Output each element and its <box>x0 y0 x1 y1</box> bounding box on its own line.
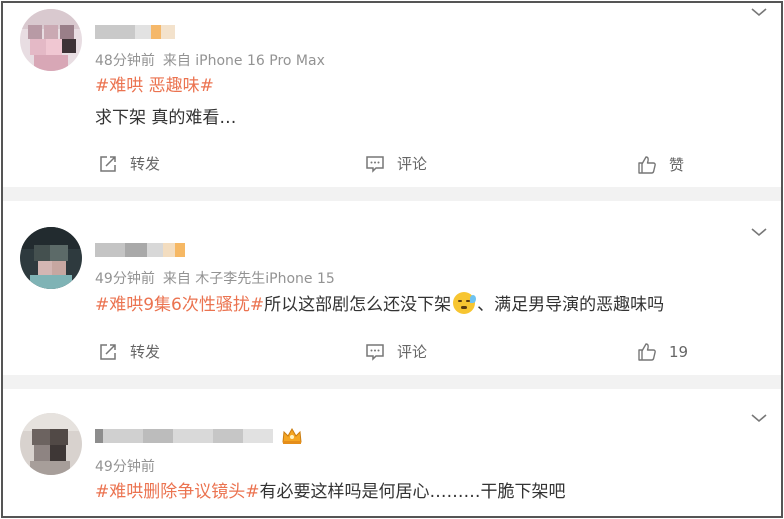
repost-button[interactable]: 转发 <box>98 341 160 362</box>
feed-post: 49分钟前 #难哄删除争议镜头#有必要这样吗是何居心………干脆下架吧 <box>3 389 781 516</box>
crown-badge-icon <box>282 427 302 444</box>
chevron-down-icon[interactable] <box>751 413 767 423</box>
repost-label: 转发 <box>130 155 161 173</box>
topic-link[interactable]: #难哄 恶趣味# <box>95 76 214 96</box>
topic-link[interactable]: #难哄删除争议镜头# <box>95 482 260 502</box>
username-blurred[interactable] <box>95 25 175 39</box>
feed-post: 48分钟前 来自 iPhone 16 Pro Max #难哄 恶趣味# 求下架 真… <box>3 3 781 187</box>
post-meta: 48分钟前 来自 iPhone 16 Pro Max <box>95 50 325 70</box>
post-body: #难哄删除争议镜头#有必要这样吗是何居心………干脆下架吧 <box>95 480 566 504</box>
post-time[interactable]: 49分钟前 <box>95 271 155 287</box>
post-body: 求下架 真的难看… <box>95 108 237 128</box>
post-meta: 49分钟前 来自 木子李先生iPhone 15 <box>95 268 335 288</box>
post-topic[interactable]: #难哄 恶趣味# <box>95 74 214 98</box>
comment-button[interactable]: 评论 <box>365 341 427 362</box>
thumbs-up-icon <box>638 155 656 174</box>
comment-icon <box>366 155 384 173</box>
feed-separator <box>3 375 781 389</box>
avatar[interactable] <box>20 9 82 71</box>
comment-label: 评论 <box>397 343 428 361</box>
comment-label: 评论 <box>397 155 428 173</box>
thumbs-up-icon <box>638 343 656 361</box>
repost-label: 转发 <box>130 343 161 361</box>
feed-post: 49分钟前 来自 木子李先生iPhone 15 #难哄9集6次性骚扰#所以这部剧怎… <box>3 201 781 375</box>
like-label: 赞 <box>669 156 685 174</box>
post-body: #难哄9集6次性骚扰#所以这部剧怎么还没下架 、满足男导演的恶趣味吗 <box>95 292 664 317</box>
post-time[interactable]: 48分钟前 <box>95 53 155 69</box>
username-blurred[interactable] <box>95 243 185 257</box>
chevron-down-icon[interactable] <box>751 227 767 237</box>
post-time[interactable]: 49分钟前 <box>95 459 155 475</box>
like-button[interactable]: 赞 <box>637 154 684 175</box>
username-blurred[interactable] <box>95 429 273 443</box>
avatar[interactable] <box>20 413 82 475</box>
topic-link[interactable]: #难哄9集6次性骚扰# <box>95 295 264 315</box>
like-count: 19 <box>669 343 689 361</box>
like-button[interactable]: 19 <box>637 342 688 362</box>
body-text: 、满足男导演的恶趣味吗 <box>477 295 665 315</box>
repost-icon <box>100 343 116 360</box>
repost-icon <box>100 155 116 172</box>
post-source: 来自 iPhone 16 Pro Max <box>162 53 325 69</box>
body-text: 所以这部剧怎么还没下架 <box>264 295 452 315</box>
feed-separator <box>3 187 781 201</box>
repost-button[interactable]: 转发 <box>98 153 160 174</box>
post-source: 来自 木子李先生iPhone 15 <box>162 271 335 287</box>
body-text: 有必要这样吗是何居心………干脆下架吧 <box>259 482 566 502</box>
avatar[interactable] <box>20 227 82 289</box>
sweat-face-emoji <box>453 292 477 314</box>
comment-button[interactable]: 评论 <box>365 153 427 174</box>
chevron-down-icon[interactable] <box>751 7 767 17</box>
comment-icon <box>366 343 384 361</box>
post-meta: 49分钟前 <box>95 456 155 476</box>
comment-feed: 48分钟前 来自 iPhone 16 Pro Max #难哄 恶趣味# 求下架 真… <box>1 1 783 518</box>
